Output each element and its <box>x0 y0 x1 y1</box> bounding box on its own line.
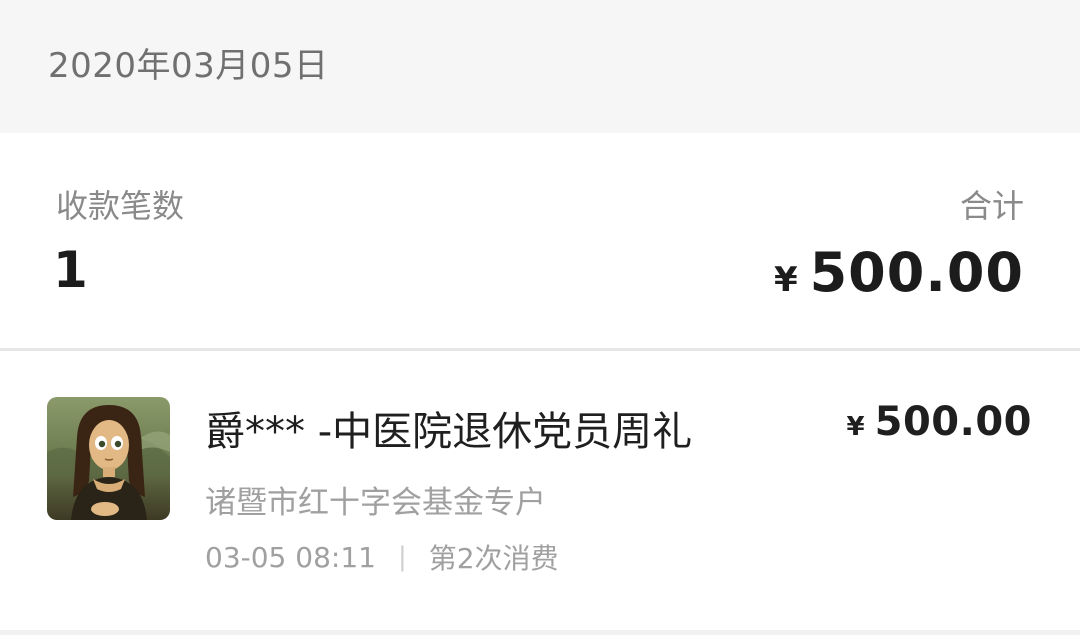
meta-separator: | <box>397 542 407 572</box>
row-bottom-divider <box>0 630 1080 635</box>
transaction-time: 03-05 08:11 <box>205 540 376 574</box>
total-amount: ¥ 500.00 <box>774 241 1024 304</box>
currency-symbol: ¥ <box>846 412 865 442</box>
summary-panel: 收款笔数 合计 1 ¥ 500.00 <box>0 133 1080 348</box>
total-amount-value: 500.00 <box>809 241 1024 304</box>
currency-symbol: ¥ <box>773 260 798 300</box>
transaction-note: 第2次消费 <box>428 542 559 575</box>
transaction-title: 爵*** -中医院退休党员周礼 <box>205 409 693 455</box>
transaction-meta: 03-05 08:11 | 第2次消费 <box>205 537 559 577</box>
transaction-account: 诸暨市红十字会基金专户 <box>205 485 546 521</box>
payment-count-label: 收款笔数 <box>56 187 185 225</box>
total-label: 合计 <box>959 187 1024 225</box>
date-label: 2020年03月05日 <box>48 46 329 86</box>
transaction-amount-value: 500.00 <box>874 399 1032 445</box>
transaction-amount: ¥ 500.00 <box>847 399 1032 445</box>
date-header: 2020年03月05日 <box>0 0 1080 133</box>
payment-count-value: 1 <box>53 241 88 299</box>
mona-lisa-cartoon-avatar-icon <box>47 397 170 520</box>
avatar[interactable] <box>47 397 170 520</box>
transaction-row[interactable]: 爵*** -中医院退休党员周礼 ¥ 500.00 诸暨市红十字会基金专户 03-… <box>0 351 1080 631</box>
